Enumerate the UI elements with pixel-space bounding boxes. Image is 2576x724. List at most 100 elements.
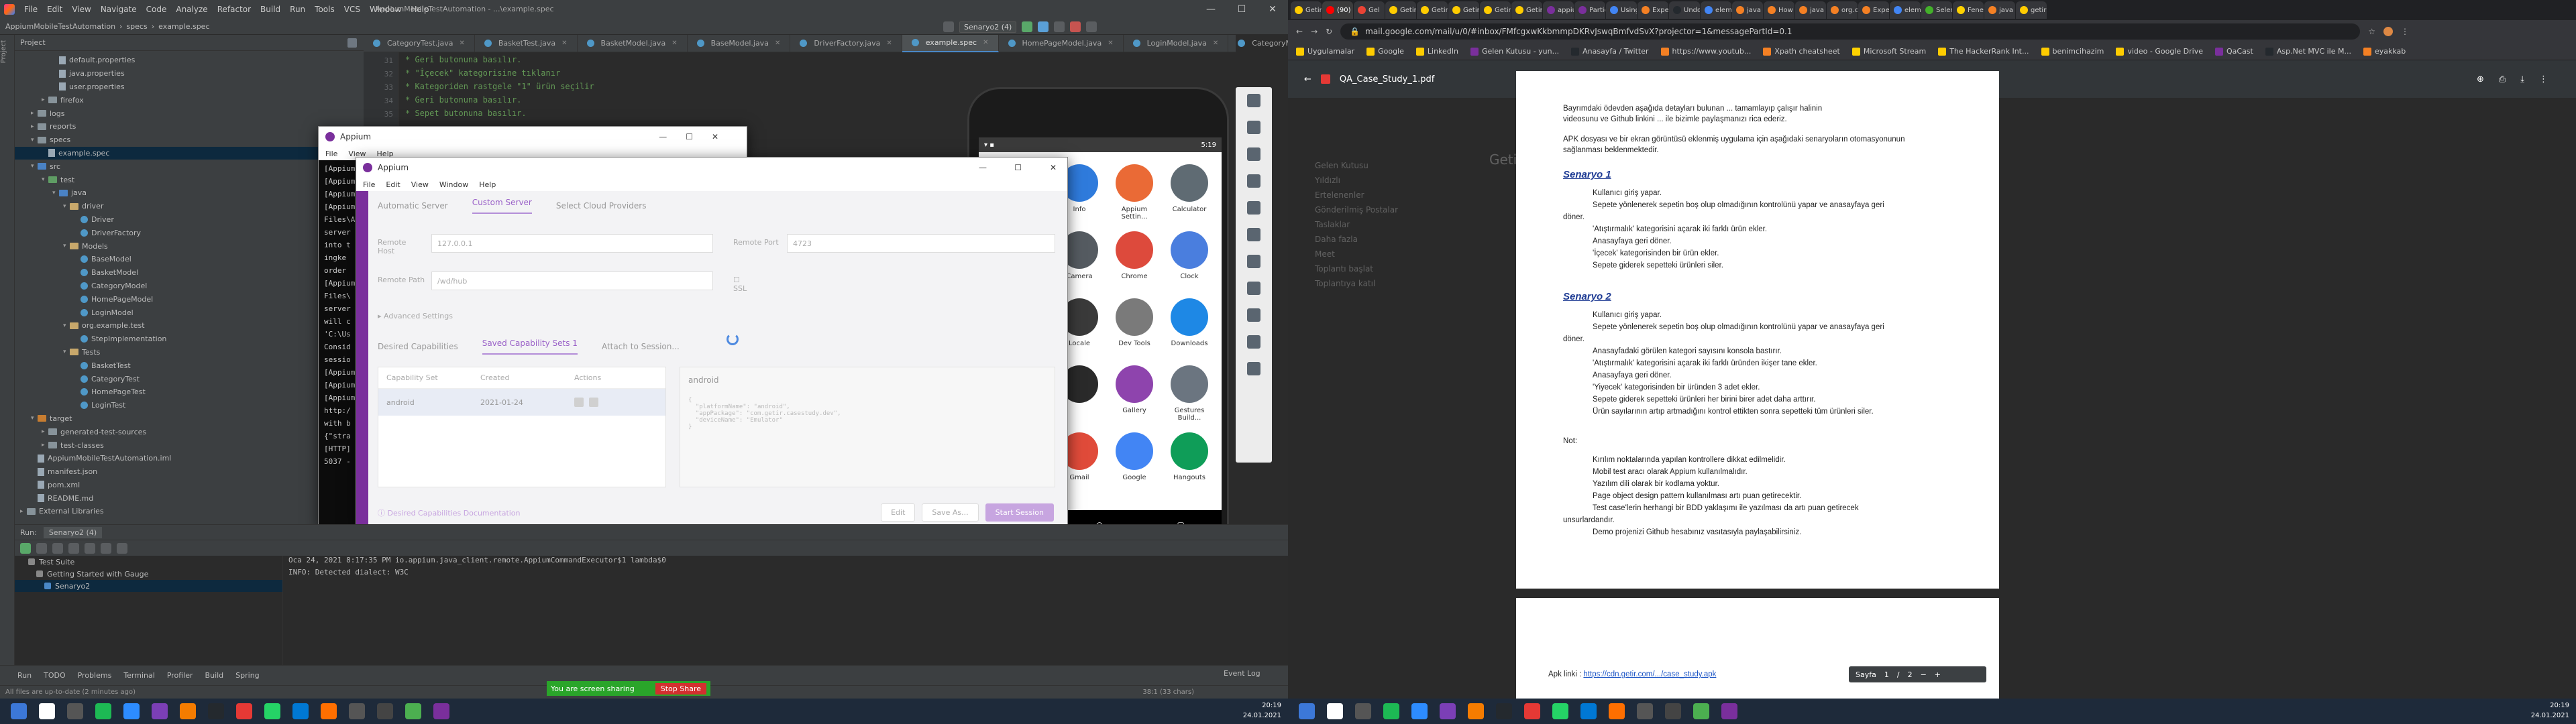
project-tree-item[interactable]: Driver xyxy=(15,213,364,227)
taskbar-app-icon[interactable] xyxy=(1693,703,1709,719)
bookmark-item[interactable]: Xpath cheatsheet xyxy=(1763,47,1840,56)
taskbar-app-icon[interactable] xyxy=(1721,703,1737,719)
expand-arrow-icon[interactable]: ▾ xyxy=(31,137,38,143)
volume-down-button[interactable] xyxy=(1236,141,1272,168)
tool-window-button[interactable]: Terminal xyxy=(123,671,155,680)
browser-tab[interactable]: java xyxy=(1732,1,1763,19)
project-tree-item[interactable]: ▾ src xyxy=(15,160,364,173)
pdf-viewer[interactable]: Gelen Kutusu Yıldızlı Ertelenenler Gönderil… xyxy=(1288,71,2576,705)
advanced-settings-toggle[interactable]: ▸ Advanced Settings xyxy=(378,312,453,320)
project-tree-item[interactable]: ▸ firefox xyxy=(15,93,364,107)
menu-item[interactable]: Analyze xyxy=(176,5,207,14)
capability-tab[interactable]: Saved Capability Sets 1 xyxy=(482,339,578,355)
expand-arrow-icon[interactable]: ▸ xyxy=(42,97,48,103)
browser-tab[interactable]: Fenerbah xyxy=(1953,1,1984,19)
editor-tab[interactable]: CategoryModel.java✕ xyxy=(1228,35,1288,52)
project-tree-item[interactable]: ▾ Models xyxy=(15,239,364,253)
project-tree-item[interactable]: ▸ generated-test-sources xyxy=(15,425,364,438)
project-tree-item[interactable]: CategoryTest xyxy=(15,372,364,385)
inspector-action-button[interactable]: Start Session xyxy=(985,503,1054,522)
test-tree-item[interactable]: Test Suite xyxy=(15,556,282,568)
close-tab-icon[interactable]: ✕ xyxy=(1213,40,1218,47)
taskbar-app-icon[interactable] xyxy=(67,703,83,719)
taskbar-app-icon[interactable] xyxy=(1637,703,1653,719)
project-tree-item[interactable]: BaseModel xyxy=(15,253,364,266)
expand-arrow-icon[interactable]: ▾ xyxy=(31,163,38,170)
editor-tab[interactable]: BasketModel.java ✕ xyxy=(578,34,688,52)
bookmark-item[interactable]: LinkedIn xyxy=(1415,47,1458,56)
search-everywhere-icon[interactable] xyxy=(1086,21,1097,32)
app-icon[interactable]: Dev Tools xyxy=(1108,298,1161,347)
project-tree-item[interactable]: ▸ test-classes xyxy=(15,438,364,452)
project-tree-item[interactable]: LoginModel xyxy=(15,306,364,319)
browser-tab[interactable]: elemi xyxy=(1701,1,1731,19)
expand-arrow-icon[interactable]: ▸ xyxy=(42,428,48,435)
expand-arrow-icon[interactable]: ▸ xyxy=(31,110,38,117)
taskbar-app-icon[interactable] xyxy=(1496,703,1512,719)
close-tab-icon[interactable]: ✕ xyxy=(775,40,780,47)
rotate-left-button[interactable] xyxy=(1236,168,1272,194)
maximize-button[interactable]: ☐ xyxy=(1014,163,1022,172)
taskbar-app-icon[interactable] xyxy=(123,703,140,719)
bookmark-item[interactable]: Anasayfa / Twitter xyxy=(1571,47,1649,56)
app-icon[interactable]: Gallery xyxy=(1108,365,1161,414)
browser-tab[interactable]: (90) xyxy=(1322,1,1353,19)
expand-icon[interactable] xyxy=(85,542,95,554)
project-tree-item[interactable]: ▾ Tests xyxy=(15,346,364,359)
emu-overview-button[interactable] xyxy=(1236,328,1272,355)
run-configuration-select[interactable]: Senaryo2 (4) xyxy=(959,21,1017,33)
tool-window-button[interactable]: TODO xyxy=(44,671,66,680)
inspector-action-button[interactable]: Edit xyxy=(881,503,916,522)
more-button[interactable] xyxy=(1236,355,1272,382)
project-tree-item[interactable]: default.properties xyxy=(15,54,364,67)
expand-arrow-icon[interactable]: ▾ xyxy=(63,349,70,355)
menu-item[interactable]: Tools xyxy=(315,5,335,14)
project-tree-item[interactable]: DriverFactory xyxy=(15,226,364,239)
menu-item[interactable]: Navigate xyxy=(101,5,137,14)
browser-tab[interactable]: Getir xyxy=(1480,1,1511,19)
close-tab-icon[interactable]: ✕ xyxy=(561,40,567,47)
project-tree-item[interactable]: java.properties xyxy=(15,67,364,80)
breadcrumb-item[interactable]: example.spec xyxy=(158,22,209,31)
back-arrow-icon[interactable]: ← xyxy=(1304,74,1311,84)
taskbar-app-icon[interactable] xyxy=(1299,703,1315,719)
event-log-button[interactable]: Event Log xyxy=(1224,669,1260,678)
menu-item[interactable]: File xyxy=(363,180,375,189)
project-tree-item[interactable]: BasketTest xyxy=(15,359,364,372)
app-icon[interactable]: Downloads xyxy=(1163,298,1216,347)
project-tree-item[interactable]: HomePageTest xyxy=(15,385,364,399)
browser-tab[interactable]: Gel xyxy=(1354,1,1385,19)
bookmark-item[interactable]: https://www.youtub... xyxy=(1660,47,1751,56)
menu-item[interactable]: Run xyxy=(290,5,305,14)
project-tree-item[interactable]: ▸ logs xyxy=(15,107,364,120)
gmail-nav-item[interactable]: Ertelenenler xyxy=(1315,188,1398,202)
taskbar-app-icon[interactable] xyxy=(264,703,280,719)
project-tree-item[interactable]: LoginTest xyxy=(15,399,364,412)
taskbar-app-icon[interactable] xyxy=(1327,703,1343,719)
browser-tab[interactable]: java xyxy=(1984,1,2015,19)
taskbar-app-icon[interactable] xyxy=(433,703,449,719)
close-button[interactable]: ✕ xyxy=(1050,163,1057,172)
zoom-in-icon[interactable]: + xyxy=(1935,670,1941,679)
close-button[interactable]: ✕ xyxy=(1257,0,1288,19)
bookmark-item[interactable]: video - Google Drive xyxy=(2116,47,2203,56)
stop-share-button[interactable]: Stop Share xyxy=(655,682,706,695)
edit-icon[interactable] xyxy=(574,398,584,407)
bookmark-item[interactable]: The HackerRank Int... xyxy=(1938,47,2029,56)
browser-tab[interactable]: Seleni xyxy=(1921,1,1952,19)
taskbar-app-icon[interactable] xyxy=(1411,703,1428,719)
taskbar-app-icon[interactable] xyxy=(1665,703,1681,719)
inspector-action-button[interactable]: Save As... xyxy=(922,503,979,522)
settings-icon[interactable] xyxy=(117,542,127,554)
zoom-button[interactable] xyxy=(1236,248,1272,275)
gmail-nav-item[interactable]: Daha fazla xyxy=(1315,232,1398,247)
system-clock[interactable]: 20:19 24.01.2021 xyxy=(1243,701,1281,721)
remote-port-input[interactable]: 4723 xyxy=(787,234,1055,253)
close-tab-icon[interactable]: ✕ xyxy=(983,39,988,46)
taskbar-app-icon[interactable] xyxy=(1440,703,1456,719)
bookmark-item[interactable]: eyakkab xyxy=(2363,47,2406,56)
close-tab-icon[interactable]: ✕ xyxy=(1108,40,1113,47)
project-tool-tab[interactable]: Project xyxy=(0,35,7,68)
app-icon[interactable]: Appium Settin... xyxy=(1108,164,1161,221)
browser-tab[interactable]: Partic xyxy=(1574,1,1605,19)
